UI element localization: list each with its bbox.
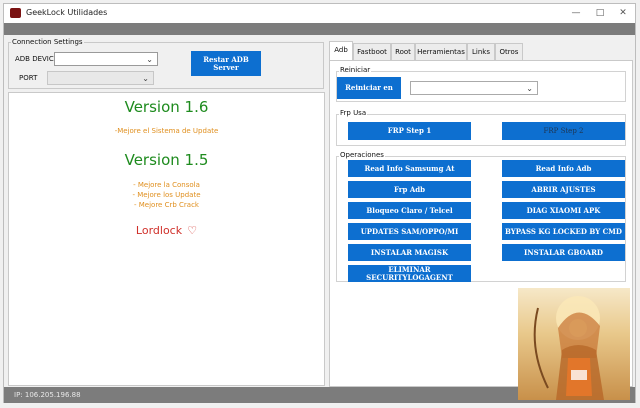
read-info-samsung-at-button[interactable]: Read Info Samsumg At [348, 160, 471, 177]
ip-address: IP: 106.205.196.88 [14, 391, 81, 399]
tab-links[interactable]: Links [467, 43, 495, 60]
instalar-magisk-button[interactable]: INSTALAR MAGISK [348, 244, 471, 261]
brand-name: Lordlock [135, 224, 183, 237]
reiniciar-en-button[interactable]: Reiniciar en [337, 77, 401, 99]
frp-step-2-button[interactable]: FRP Step 2 [502, 122, 625, 140]
version-heading: Version 1.6 [124, 98, 209, 116]
brand-line: Lordlock ♡ [9, 219, 324, 238]
changelog-note: -Mejore el Sistema de Update [114, 127, 219, 135]
instalar-gboard-button[interactable]: INSTALAR GBOARD [502, 244, 625, 261]
connection-settings-label: Connection Settings [11, 38, 84, 46]
tab-herramientas[interactable]: Herramientas [415, 43, 467, 60]
bypass-kg-locked-button[interactable]: BYPASS KG LOCKED BY CMD [502, 223, 625, 240]
frp-step-1-button[interactable]: FRP Step 1 [348, 122, 471, 140]
close-button[interactable]: ✕ [611, 6, 635, 20]
version-heading: Version 1.5 [124, 151, 209, 169]
frp-adb-button[interactable]: Frp Adb [348, 181, 471, 198]
updates-sam-oppo-mi-button[interactable]: UPDATES SAM/OPPO/MI [348, 223, 471, 240]
tab-fastboot[interactable]: Fastboot [353, 43, 391, 60]
illustration-image [533, 296, 604, 400]
changelog-panel: Version 1.6 -Mejore el Sistema de Update… [8, 92, 325, 386]
left-panel: Connection Settings ADB DEVICE ⌄ PORT ⌄ … [4, 35, 327, 387]
chevron-down-icon: ⌄ [146, 55, 153, 64]
top-strip [4, 23, 635, 35]
port-label: PORT [19, 74, 38, 82]
bloqueo-claro-telcel-button[interactable]: Bloqueo Claro / Telcel [348, 202, 471, 219]
adb-device-label: ADB DEVICE [15, 55, 59, 63]
reiniciar-mode-select[interactable]: ⌄ [410, 81, 538, 95]
frp-usa-label: Frp Usa [339, 109, 368, 117]
decorative-illustration [518, 288, 630, 400]
chevron-down-icon: ⌄ [526, 84, 533, 93]
operaciones-label: Operaciones [339, 151, 385, 159]
app-icon [10, 8, 21, 18]
diag-xiaomi-apk-button[interactable]: DIAG XIAOMI APK [502, 202, 625, 219]
abrir-ajustes-button[interactable]: ABRIR AJUSTES [502, 181, 625, 198]
heart-icon: ♡ [187, 224, 198, 237]
adb-device-select[interactable]: ⌄ [54, 52, 158, 66]
eliminar-securitylogagent-button[interactable]: ELIMINAR SECURITYLOGAGENT [348, 265, 471, 282]
read-info-adb-button[interactable]: Read Info Adb [502, 160, 625, 177]
changelog-note: - Mejore Crb Crack [134, 201, 199, 209]
tab-adb[interactable]: Adb [329, 41, 353, 61]
changelog-note: - Mejore los Update [132, 191, 201, 199]
window-title: GeekLock Utilidades [26, 8, 108, 17]
title-bar: GeekLock Utilidades — □ ✕ [4, 4, 635, 24]
chevron-down-icon: ⌄ [142, 74, 149, 83]
tab-root[interactable]: Root [391, 43, 415, 60]
reiniciar-label: Reiniciar [339, 66, 372, 74]
maximize-button[interactable]: □ [588, 6, 612, 20]
minimize-button[interactable]: — [564, 6, 588, 20]
changelog-note: - Mejore la Consola [133, 181, 200, 189]
tab-otros[interactable]: Otros [495, 43, 523, 60]
port-select[interactable]: ⌄ [47, 71, 154, 85]
restart-adb-server-button[interactable]: Restar ADB Server [191, 51, 261, 76]
